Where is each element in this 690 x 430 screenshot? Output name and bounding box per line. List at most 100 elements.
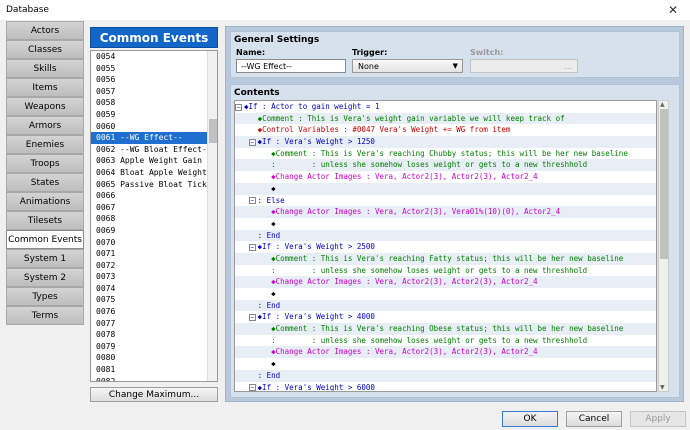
tab-armors[interactable]: Armors <box>6 116 84 135</box>
contents-scrollbar[interactable]: ▲ ▼ <box>658 100 669 392</box>
tab-types[interactable]: Types <box>6 287 84 306</box>
list-item[interactable]: 0076 <box>91 306 208 318</box>
command-text: ◆If : Vera's Weight > 1250 <box>257 137 375 147</box>
tab-system-1[interactable]: System 1 <box>6 249 84 268</box>
ok-button[interactable]: OK <box>502 411 558 427</box>
scroll-up-icon[interactable]: ▲ <box>660 101 665 108</box>
tab-animations[interactable]: Animations <box>6 192 84 211</box>
command-row[interactable]: ◆Comment : This is Vera's weight gain va… <box>235 112 656 125</box>
command-text: ◆ <box>244 359 276 369</box>
command-text: ◆ <box>244 218 276 228</box>
list-item[interactable]: 0079 <box>91 341 208 353</box>
trigger-dropdown[interactable]: None ▼ <box>352 59 463 73</box>
list-item[interactable]: 0057 <box>91 86 208 98</box>
list-item[interactable]: 0068 <box>91 213 208 225</box>
list-item[interactable]: 0063 Apple Weight Gain E… <box>91 155 208 167</box>
category-tabs: Actors Classes Skills Items Weapons Armors Ene… <box>6 21 84 325</box>
tab-terms[interactable]: Terms <box>6 306 84 325</box>
list-item[interactable]: 0064 Bloat Apple Weight … <box>91 167 208 179</box>
command-row[interactable]: − ◆If : Vera's Weight > 1250 <box>235 136 656 148</box>
tab-actors[interactable]: Actors <box>6 21 84 40</box>
list-item[interactable]: 0055 <box>91 63 208 75</box>
list-item[interactable]: 0070 <box>91 237 208 249</box>
command-row[interactable]: ◆Change Actor Images : Vera, Actor2(3), … <box>235 206 656 218</box>
tab-enemies[interactable]: Enemies <box>6 135 84 154</box>
tab-states[interactable]: States <box>6 173 84 192</box>
cancel-button[interactable]: Cancel <box>566 411 622 427</box>
list-item[interactable]: 0054 <box>91 51 208 63</box>
command-row[interactable]: ◆Comment : This is Vera's reaching Fatty… <box>235 252 656 265</box>
list-item[interactable]: 0073 <box>91 271 208 283</box>
list-item[interactable]: 0074 <box>91 283 208 295</box>
collapse-toggle-icon[interactable]: − <box>248 197 256 204</box>
command-row[interactable]: ◆Change Actor Images : Vera, Actor2(3), … <box>235 171 656 183</box>
scroll-down-icon[interactable]: ▼ <box>660 384 665 391</box>
event-command-list[interactable]: − ◆If : Actor to gain weight = 1 ◆Comment… <box>234 100 657 392</box>
tab-weapons[interactable]: Weapons <box>6 97 84 116</box>
command-row[interactable]: −: Else <box>235 195 656 207</box>
tab-classes[interactable]: Classes <box>6 40 84 59</box>
tab-system-2[interactable]: System 2 <box>6 268 84 287</box>
collapse-toggle-icon[interactable]: − <box>235 103 242 111</box>
list-item[interactable]: 0058 <box>91 97 208 109</box>
command-row[interactable]: ◆Change Actor Images : Vera, Actor2(3), … <box>235 346 656 359</box>
list-item[interactable]: 0069 <box>91 225 208 237</box>
command-row[interactable]: : End <box>235 299 656 312</box>
tab-items[interactable]: Items <box>6 78 84 97</box>
command-row[interactable]: − ◆If : Vera's Weight > 4000 <box>235 311 656 323</box>
command-row[interactable]: ◆ <box>235 288 656 300</box>
name-field[interactable]: --WG Effect-- <box>236 59 346 73</box>
list-item[interactable]: 0080 <box>91 352 208 364</box>
command-row[interactable]: ◆Control Variables : #0047 Vera's Weight… <box>235 124 656 136</box>
command-row[interactable]: ◆Change Actor Images : Vera, Actor2(3), … <box>235 276 656 288</box>
command-text: : : unless she somehow loses weight or g… <box>244 335 588 345</box>
collapse-toggle-icon[interactable]: − <box>248 384 256 391</box>
list-item[interactable]: 0061 --WG Effect-- <box>91 132 208 144</box>
close-icon[interactable]: ✕ <box>668 3 678 17</box>
collapse-toggle-icon[interactable]: − <box>248 243 256 251</box>
list-item[interactable]: 0062 --WG Bloat Effect-- <box>91 144 208 156</box>
tab-skills[interactable]: Skills <box>6 59 84 78</box>
command-row[interactable]: : : unless she somehow loses weight or g… <box>235 159 656 172</box>
list-item[interactable]: 0060 <box>91 121 208 133</box>
list-item[interactable]: 0065 Passive Bloat Ticker <box>91 179 208 191</box>
command-row[interactable]: − ◆If : Vera's Weight > 6000 <box>235 382 656 391</box>
tab-common-events[interactable]: Common Events <box>6 230 84 249</box>
command-row[interactable]: ◆ <box>235 218 656 230</box>
list-item[interactable]: 0056 <box>91 74 208 86</box>
common-event-list[interactable]: 0054 0055 0056 0057 0058 0059 0060 0061 --WG Ef… <box>90 50 218 382</box>
contents-scroll-thumb[interactable] <box>660 109 668 259</box>
command-row[interactable]: − ◆If : Vera's Weight > 2500 <box>235 241 656 253</box>
command-row[interactable]: : End <box>235 229 656 242</box>
command-row[interactable]: ◆Comment : This is Vera's reaching Obese… <box>235 323 656 335</box>
list-scrollbar[interactable] <box>207 51 217 381</box>
change-maximum-button[interactable]: Change Maximum... <box>90 387 218 402</box>
list-item[interactable]: 0071 <box>91 248 208 260</box>
command-row[interactable]: : End <box>235 369 656 382</box>
list-item[interactable]: 0081 <box>91 364 208 376</box>
list-item[interactable]: 0067 <box>91 202 208 214</box>
tab-troops[interactable]: Troops <box>6 154 84 173</box>
list-item[interactable]: 0059 <box>91 109 208 121</box>
command-text: : End <box>244 230 281 240</box>
command-row[interactable]: − ◆If : Actor to gain weight = 1 <box>235 101 656 113</box>
list-item[interactable]: 0066 <box>91 190 208 202</box>
command-row[interactable]: : : unless she somehow loses weight or g… <box>235 265 656 277</box>
command-row[interactable]: ◆Comment : This is Vera's reaching Chubb… <box>235 148 656 160</box>
command-row[interactable]: ◆ <box>235 358 656 370</box>
command-row[interactable]: : : unless she somehow loses weight or g… <box>235 335 656 347</box>
list-item[interactable]: 0077 <box>91 318 208 330</box>
tab-tilesets[interactable]: Tilesets <box>6 211 84 230</box>
list-item[interactable]: 0078 <box>91 329 208 341</box>
switch-value: ... <box>564 61 572 71</box>
contents-title: Contents <box>234 88 280 98</box>
collapse-toggle-icon[interactable]: − <box>248 138 256 146</box>
list-scroll-thumb[interactable] <box>209 119 217 143</box>
command-row[interactable]: ◆ <box>235 182 656 195</box>
switch-selector: ... <box>470 59 578 73</box>
list-item[interactable]: 0075 <box>91 294 208 306</box>
list-item[interactable]: 0082 <box>91 376 208 381</box>
command-text: ◆Control Variables : #0047 Vera's Weight… <box>244 125 511 135</box>
list-item[interactable]: 0072 <box>91 260 208 272</box>
collapse-toggle-icon[interactable]: − <box>248 313 256 321</box>
